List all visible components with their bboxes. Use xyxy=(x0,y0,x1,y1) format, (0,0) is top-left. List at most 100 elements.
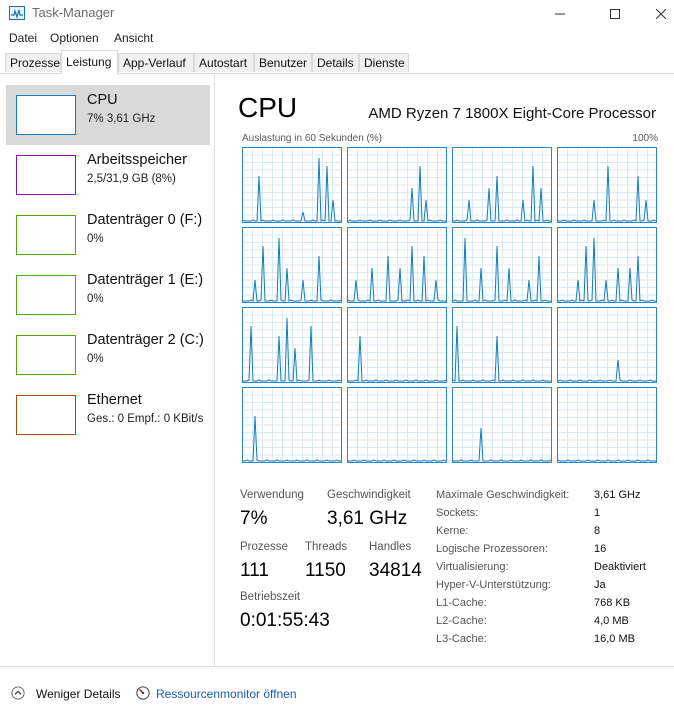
chevron-up-icon xyxy=(11,686,25,700)
tab-services[interactable]: Dienste xyxy=(359,53,409,72)
sidebar-item-title: Arbeitsspeicher xyxy=(87,152,187,168)
core-usage-line xyxy=(558,459,656,462)
memory-thumbnail-graph xyxy=(16,155,76,195)
close-button[interactable] xyxy=(638,0,674,28)
core-usage-line xyxy=(348,459,446,462)
core-graph xyxy=(557,147,657,223)
spec-value: 768 KB xyxy=(594,597,631,609)
menu-view[interactable]: Ansicht xyxy=(114,31,153,45)
resource-sidebar: CPU 7% 3,61 GHz Arbeitsspeicher 2,5/31,9… xyxy=(0,74,215,666)
core-graph xyxy=(347,227,447,303)
spec-value: Ja xyxy=(594,579,606,591)
minimize-button[interactable] xyxy=(537,0,583,28)
resource-monitor-label: Ressourcenmonitor öffnen xyxy=(156,687,297,701)
minimize-icon xyxy=(555,13,565,15)
usage-label: Verwendung xyxy=(240,489,304,501)
core-graph xyxy=(242,307,342,383)
core-graph xyxy=(557,227,657,303)
page-title: CPU xyxy=(238,92,298,123)
core-usage-line xyxy=(453,165,551,222)
sidebar-item-memory[interactable]: Arbeitsspeicher 2,5/31,9 GB (8%) xyxy=(6,145,210,205)
speed-value: 3,61 GHz xyxy=(327,508,408,529)
core-graph xyxy=(347,307,447,383)
sidebar-item-subtitle: 0% xyxy=(87,293,104,305)
threads-label: Threads xyxy=(305,541,348,553)
spec-label: L1-Cache: xyxy=(436,597,487,609)
spec-label: Virtualisierung: xyxy=(436,561,509,573)
sidebar-item-subtitle: 2,5/31,9 GB (8%) xyxy=(87,173,176,185)
sidebar-item-title: Datenträger 0 (F:) xyxy=(87,212,203,228)
spec-value: Deaktiviert xyxy=(594,561,646,573)
core-usage-line xyxy=(558,359,656,382)
usage-value: 7% xyxy=(240,508,268,529)
task-manager-icon xyxy=(9,6,25,20)
spec-label: Hyper-V-Unterstützung: xyxy=(436,579,551,591)
window-title: Task-Manager xyxy=(32,5,115,20)
spec-value: 8 xyxy=(594,525,601,537)
handles-label: Handles xyxy=(369,541,412,553)
core-usage-line xyxy=(243,237,341,302)
fewer-details-label: Weniger Details xyxy=(36,687,121,701)
footer-bar: Weniger Details Ressourcenmonitor öffnen xyxy=(0,666,674,720)
tab-users[interactable]: Benutzer xyxy=(254,53,312,72)
ethernet-thumbnail-graph xyxy=(16,395,76,435)
sidebar-item-subtitle: 7% 3,61 GHz xyxy=(87,113,156,125)
speed-label: Geschwindigkeit xyxy=(327,489,411,501)
disk-2-thumbnail-graph xyxy=(16,335,76,375)
disk-1-thumbnail-graph xyxy=(16,275,76,315)
core-graph xyxy=(557,307,657,383)
spec-value: 4,0 MB xyxy=(594,615,629,627)
disk-0-thumbnail-graph xyxy=(16,215,76,255)
uptime-value: 0:01:55:43 xyxy=(240,610,330,631)
tab-app-history[interactable]: App-Verlauf xyxy=(118,53,194,72)
graph-axis-max: 100% xyxy=(632,133,658,144)
spec-label: L2-Cache: xyxy=(436,615,487,627)
sidebar-item-disk-1[interactable]: Datenträger 1 (E:) 0% xyxy=(6,265,210,325)
core-graph xyxy=(452,307,552,383)
sidebar-item-disk-2[interactable]: Datenträger 2 (C:) 0% xyxy=(6,325,210,385)
logical-processor-graphs xyxy=(242,147,658,463)
processes-label: Prozesse xyxy=(240,541,288,553)
processes-value: 111 xyxy=(240,560,269,581)
core-graph xyxy=(452,227,552,303)
cpu-thumbnail-graph xyxy=(16,95,76,135)
core-usage-line xyxy=(243,415,341,462)
close-icon xyxy=(656,9,666,19)
menu-file[interactable]: Datei xyxy=(9,31,37,45)
tab-performance[interactable]: Leistung xyxy=(61,50,118,74)
sidebar-item-title: CPU xyxy=(87,92,118,108)
tab-processes[interactable]: Prozesse xyxy=(5,53,61,72)
core-graph xyxy=(452,387,552,463)
sidebar-item-title: Datenträger 2 (C:) xyxy=(87,332,204,348)
core-usage-line xyxy=(558,165,656,222)
sidebar-item-ethernet[interactable]: Ethernet Ges.: 0 Empf.: 0 KBit/s xyxy=(6,385,210,445)
menu-options[interactable]: Optionen xyxy=(50,31,99,45)
maximize-icon xyxy=(610,9,620,19)
sidebar-item-title: Ethernet xyxy=(87,392,142,408)
threads-value: 1150 xyxy=(305,560,346,581)
core-usage-line xyxy=(453,427,551,462)
sidebar-item-disk-0[interactable]: Datenträger 0 (F:) 0% xyxy=(6,205,210,265)
spec-value: 3,61 GHz xyxy=(594,489,641,501)
core-usage-line xyxy=(243,317,341,382)
core-graph xyxy=(347,147,447,223)
sidebar-item-title: Datenträger 1 (E:) xyxy=(87,272,204,288)
spec-label: Logische Prozessoren: xyxy=(436,543,548,555)
core-usage-line xyxy=(348,335,446,382)
spec-label: Maximale Geschwindigkeit: xyxy=(436,489,570,501)
menu-bar: Datei Optionen Ansicht xyxy=(0,28,674,48)
spec-label: L3-Cache: xyxy=(436,633,487,645)
core-graph xyxy=(242,147,342,223)
tab-startup[interactable]: Autostart xyxy=(194,53,254,72)
sidebar-item-cpu[interactable]: CPU 7% 3,61 GHz xyxy=(6,85,210,145)
maximize-button[interactable] xyxy=(592,0,638,28)
tab-bar: Prozesse Leistung App-Verlauf Autostart … xyxy=(0,50,674,74)
graph-axis-label: Auslastung in 60 Sekunden (%) xyxy=(242,133,383,144)
sidebar-item-subtitle: 0% xyxy=(87,353,104,365)
core-usage-line xyxy=(558,237,656,302)
resource-monitor-link[interactable]: Ressourcenmonitor öffnen xyxy=(134,683,314,705)
spec-label: Kerne: xyxy=(436,525,469,537)
core-usage-line xyxy=(453,325,551,382)
core-graph xyxy=(557,387,657,463)
tab-details[interactable]: Details xyxy=(312,53,359,72)
